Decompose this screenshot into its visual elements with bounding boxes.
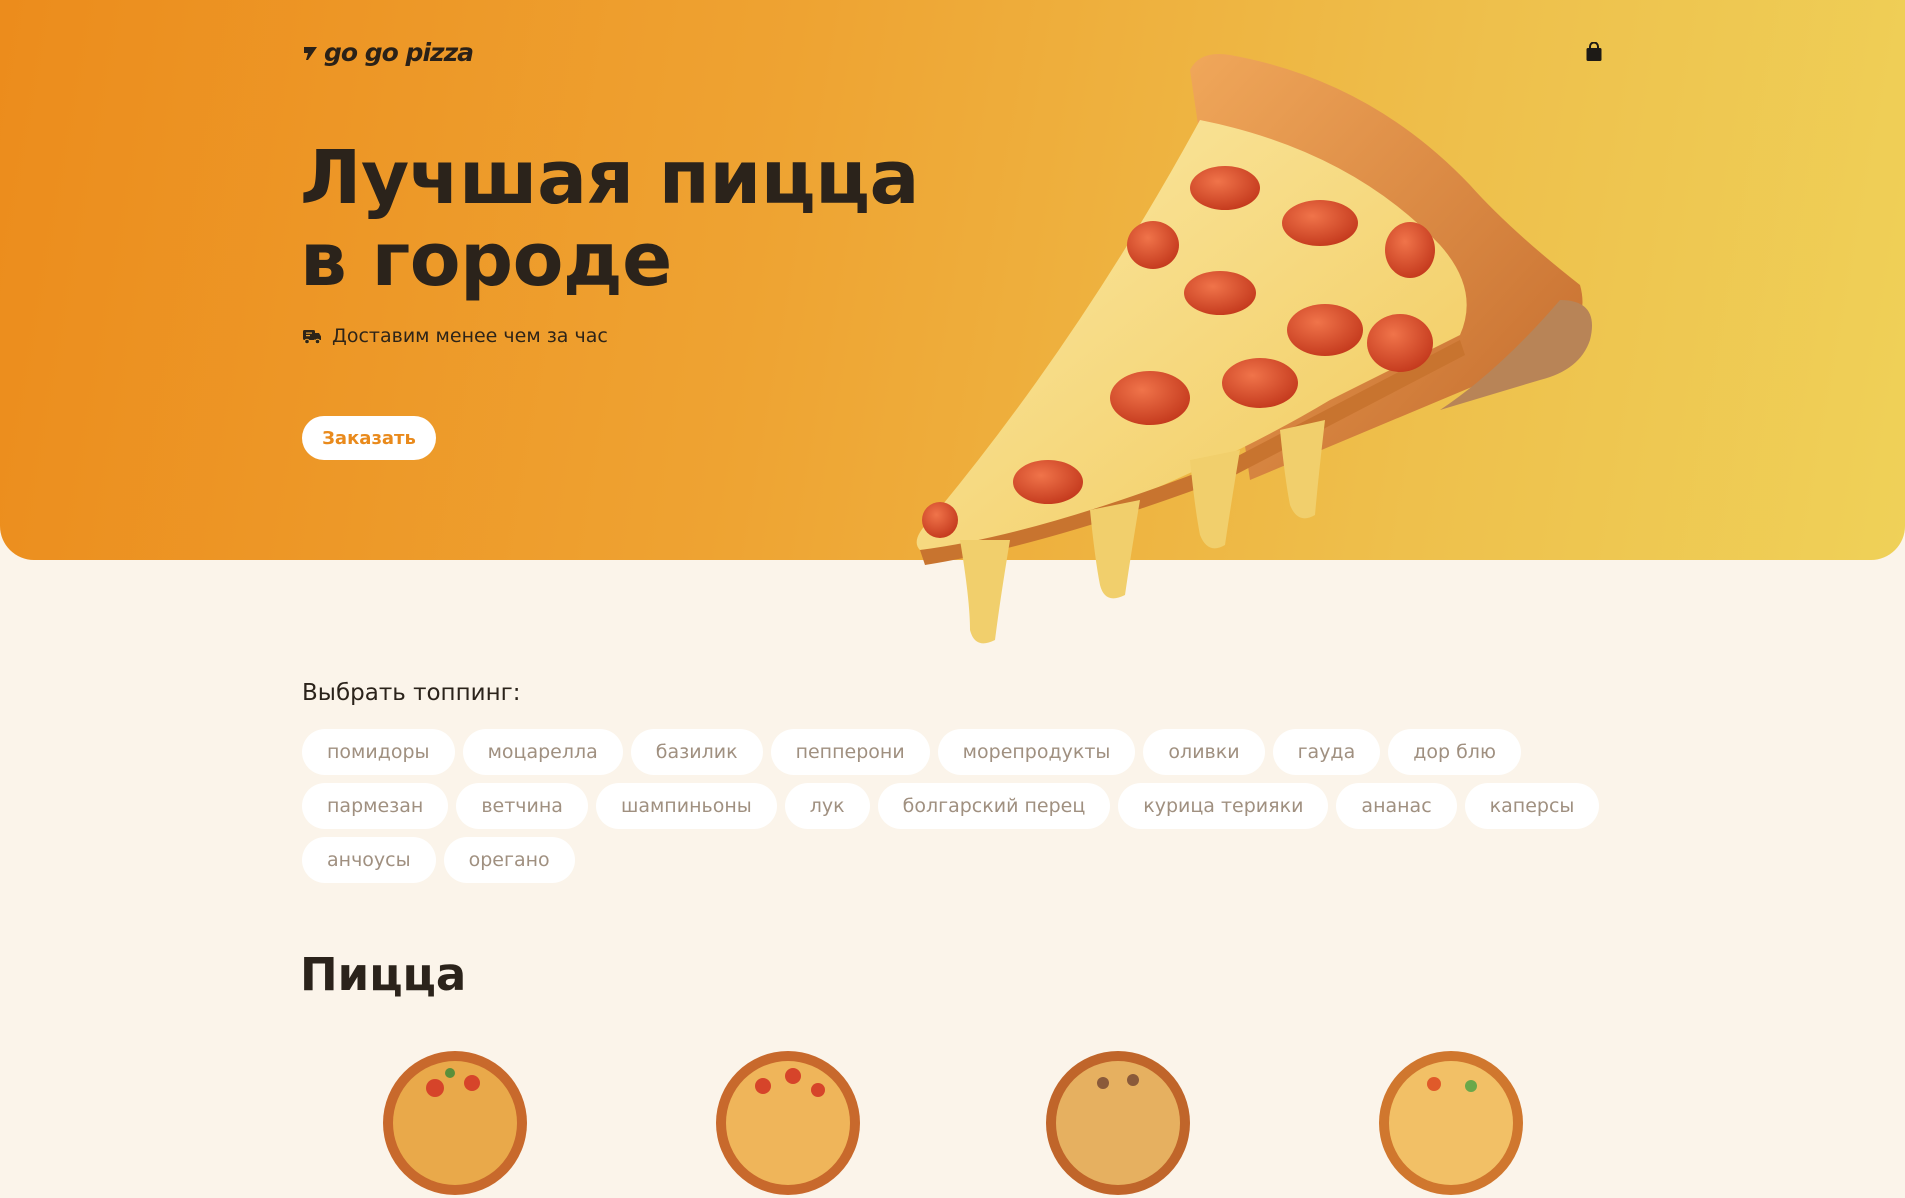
topping-chip[interactable]: каперсы: [1464, 783, 1600, 829]
logo-text: go go pizza: [324, 38, 474, 67]
topping-chip[interactable]: базилик: [630, 729, 763, 775]
topping-chip[interactable]: курица терияки: [1118, 783, 1329, 829]
pizza-image[interactable]: [1376, 1048, 1526, 1198]
topping-chip[interactable]: ветчина: [456, 783, 588, 829]
topping-chip[interactable]: дор блю: [1388, 729, 1521, 775]
topping-chip[interactable]: моцарелла: [462, 729, 623, 775]
delivery-note: Доставим менее чем за час: [302, 325, 608, 347]
topping-chip[interactable]: пармезан: [302, 783, 449, 829]
topping-chip[interactable]: гауда: [1272, 729, 1381, 775]
hero-title-line2: в городе: [300, 217, 672, 303]
logo-mark-icon: [304, 46, 317, 60]
topping-chip[interactable]: шампиньоны: [595, 783, 777, 829]
hero-title: Лучшая пицца в городе: [300, 137, 1000, 301]
toppings-row: пармезан ветчина шампиньоны лук болгарск…: [302, 783, 1602, 829]
topping-chip[interactable]: морепродукты: [937, 729, 1136, 775]
pizza-slice-image: [916, 54, 1592, 644]
order-button[interactable]: Заказать: [302, 416, 436, 460]
topping-chip[interactable]: помидоры: [302, 729, 455, 775]
toppings-row: анчоусы орегано: [302, 837, 1602, 883]
toppings-row: помидоры моцарелла базилик пепперони мор…: [302, 729, 1602, 775]
toppings-chips: помидоры моцарелла базилик пепперони мор…: [302, 729, 1602, 891]
topping-chip[interactable]: орегано: [443, 837, 575, 883]
hero-title-line1: Лучшая пицца: [300, 135, 919, 221]
pizza-image[interactable]: [380, 1048, 530, 1198]
pizza-image[interactable]: [713, 1048, 863, 1198]
topping-chip[interactable]: лук: [784, 783, 870, 829]
topping-chip[interactable]: ананас: [1336, 783, 1457, 829]
topping-chip[interactable]: оливки: [1143, 729, 1265, 775]
delivery-truck-icon: [303, 330, 321, 345]
topping-chip[interactable]: пепперони: [770, 729, 930, 775]
topping-chip[interactable]: болгарский перец: [877, 783, 1111, 829]
delivery-text: Доставим менее чем за час: [332, 325, 608, 347]
topping-chip[interactable]: анчоусы: [302, 837, 436, 883]
pizza-section-title: Пицца: [300, 948, 467, 1001]
toppings-title: Выбрать топпинг:: [302, 680, 521, 706]
logo[interactable]: go go pizza: [302, 38, 474, 67]
pizza-image[interactable]: [1043, 1048, 1193, 1198]
